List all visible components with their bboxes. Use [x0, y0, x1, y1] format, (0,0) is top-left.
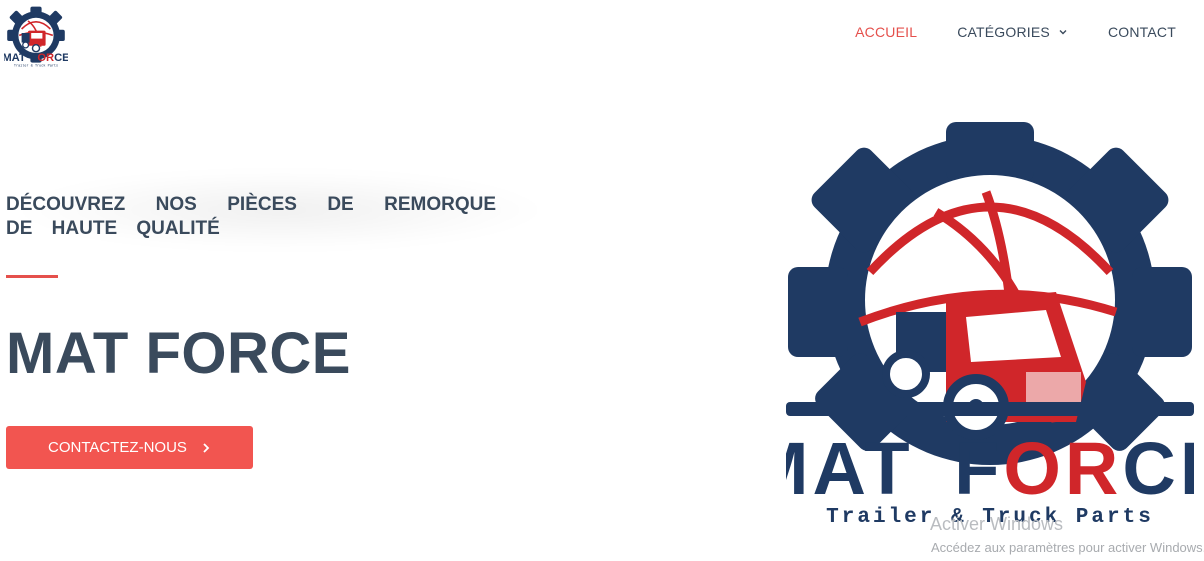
- nav-item-label: CONTACT: [1107, 24, 1176, 40]
- hero-logo-mat: MAT: [786, 427, 914, 510]
- contact-us-button[interactable]: CONTACTEZ-NOUS: [6, 426, 253, 469]
- site-logo-or: OR: [37, 52, 54, 64]
- hero-logo-or: OR: [1003, 427, 1122, 510]
- site-logo-mat: MAT: [4, 52, 26, 64]
- chevron-right-icon: [203, 442, 210, 453]
- road-stripe: [786, 402, 1194, 416]
- chevron-down-icon: [1059, 30, 1067, 35]
- nav-item-contact[interactable]: CONTACT: [1108, 24, 1176, 40]
- nav-item-accueil[interactable]: ACCUEIL: [855, 24, 917, 40]
- main-nav: ACCUEIL CATÉGORIES CONTACT: [855, 24, 1176, 40]
- contact-us-label: CONTACTEZ-NOUS: [48, 439, 187, 456]
- hero-divider: [6, 275, 58, 278]
- hero-logo-ce: CE: [1122, 427, 1194, 510]
- hero-logo: MAT FORCE Trailer & Truck Parts: [786, 122, 1194, 529]
- svg-text:MAT FORCE: MAT FORCE: [786, 427, 1194, 510]
- site-header: MAT FORCE Trailer & Truck Parts ACCUEIL …: [0, 0, 1204, 80]
- site-logo-ce: CE: [54, 52, 68, 64]
- windows-watermark-title: Activer Windows: [930, 514, 1064, 534]
- nav-item-label: CATÉGORIES: [957, 24, 1050, 40]
- site-logo-tagline: Trailer & Truck Parts: [14, 64, 58, 69]
- nav-item-categories[interactable]: CATÉGORIES: [957, 24, 1068, 40]
- site-logo-f: F: [30, 52, 37, 64]
- hero-eyebrow: DÉCOUVREZ NOS PIÈCES DE REMORQUE DE HAUT…: [6, 194, 496, 239]
- windows-watermark-subtitle: Accédez aux paramètres pour activer Wind…: [931, 540, 1204, 555]
- hero-logo-f: F: [954, 427, 1003, 510]
- svg-text:MAT FORCE: MAT FORCE: [4, 52, 68, 64]
- hero-title: MAT FORCE: [6, 321, 351, 386]
- nav-item-label: ACCUEIL: [855, 24, 918, 40]
- site-logo[interactable]: MAT FORCE Trailer & Truck Parts: [4, 4, 68, 70]
